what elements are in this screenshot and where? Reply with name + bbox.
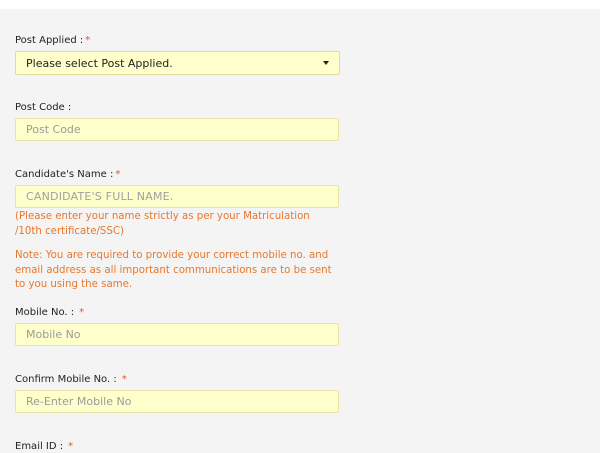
required-mark: * (115, 169, 121, 180)
post-applied-select[interactable]: Please select Post Applied. (15, 51, 340, 75)
mobile-input[interactable] (15, 323, 339, 346)
confirm-mobile-input[interactable] (15, 390, 339, 413)
required-mark: * (79, 307, 85, 318)
top-bar (0, 0, 600, 9)
caret-down-icon (323, 61, 329, 65)
post-applied-label-text: Post Applied : (15, 35, 84, 46)
confirm-mobile-label: Confirm Mobile No. : * (15, 374, 127, 386)
candidate-name-input[interactable] (15, 185, 339, 208)
email-label: Email ID : * (15, 441, 73, 453)
required-mark: * (85, 35, 91, 46)
candidate-name-hint: (Please enter your name strictly as per … (15, 211, 310, 237)
mobile-label-text: Mobile No. : (15, 307, 75, 318)
candidate-name-label-text: Candidate's Name : (15, 169, 114, 180)
post-code-input[interactable] (15, 118, 339, 141)
contact-info-note: Note: You are required to provide your c… (15, 250, 332, 290)
confirm-mobile-label-text: Confirm Mobile No. : (15, 374, 117, 385)
post-code-label-text: Post Code : (15, 102, 72, 113)
candidate-name-label: Candidate's Name : * (15, 169, 120, 181)
post-applied-label: Post Applied : * (15, 35, 90, 47)
required-mark: * (121, 374, 127, 385)
post-applied-selected-value: Please select Post Applied. (26, 57, 173, 70)
mobile-label: Mobile No. : * (15, 307, 84, 319)
required-mark: * (68, 441, 74, 452)
post-code-label: Post Code : (15, 102, 71, 114)
application-form: Post Applied : * Please select Post Appli… (0, 9, 600, 453)
email-label-text: Email ID : (15, 441, 64, 452)
